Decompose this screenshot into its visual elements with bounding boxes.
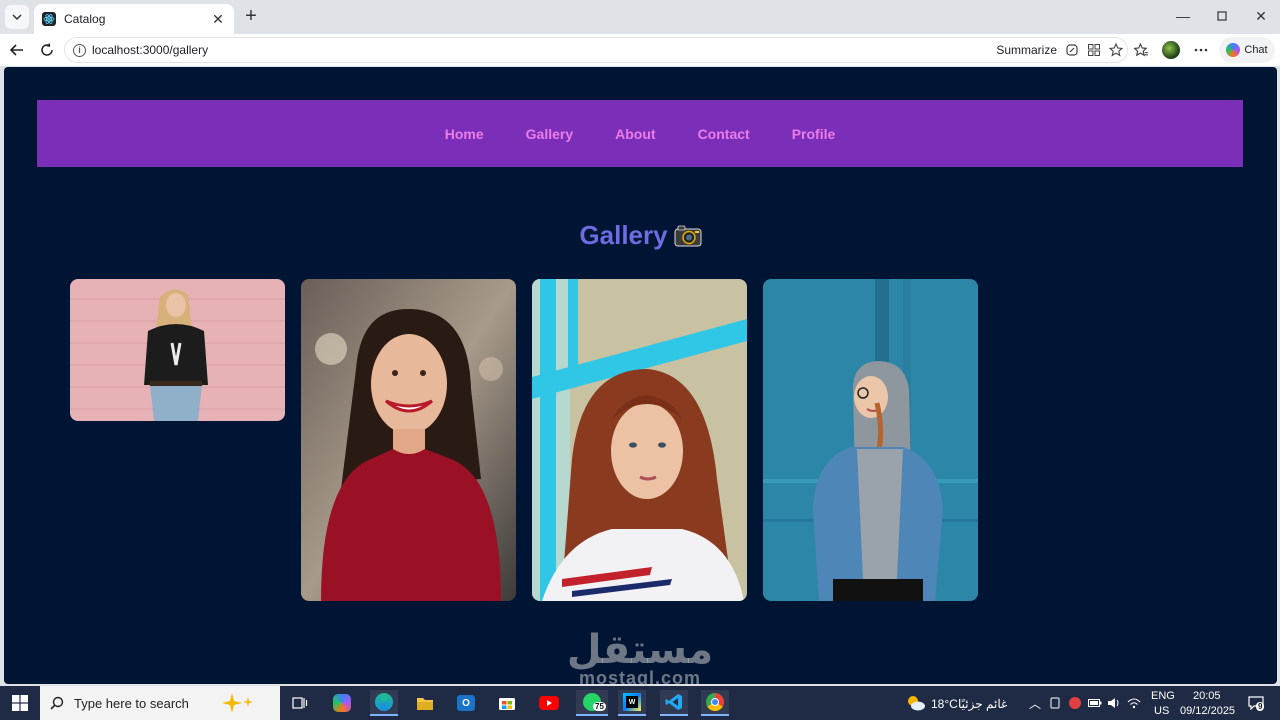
back-button[interactable]: [6, 39, 28, 61]
weather-description: غائم جزئيًا: [958, 697, 1008, 711]
profile-avatar[interactable]: [1160, 39, 1182, 61]
arrow-left-icon: [10, 44, 23, 56]
more-options-icon[interactable]: [1190, 39, 1212, 61]
notifications-button[interactable]: 9: [1242, 690, 1270, 716]
close-icon[interactable]: ✕: [210, 11, 226, 28]
youtube-icon: [539, 696, 559, 710]
gallery-heading: Gallery: [579, 220, 668, 250]
chrome-button[interactable]: [701, 690, 729, 716]
summarize-icon[interactable]: [1061, 39, 1083, 61]
start-button[interactable]: [0, 686, 40, 720]
file-explorer-button[interactable]: [411, 690, 439, 716]
gallery-photo-2[interactable]: [301, 279, 516, 601]
woman-pink-wall-image: [70, 279, 285, 421]
gallery-photo-4[interactable]: [763, 279, 978, 601]
windows-icon: [12, 695, 28, 711]
summarize-button[interactable]: Summarize: [996, 43, 1057, 57]
page-title: Gallery: [4, 220, 1277, 251]
task-view-icon: [292, 697, 308, 709]
info-icon[interactable]: i: [73, 43, 86, 57]
weather-temp: 18°C: [931, 697, 958, 711]
whatsapp-badge: 75: [593, 702, 606, 711]
address-bar[interactable]: i localhost:3000/gallery Summarize: [64, 37, 1128, 63]
sparkle-icon: [222, 693, 253, 713]
weather-widget[interactable]: [902, 690, 930, 716]
chrome-icon: [706, 693, 724, 711]
chevron-down-icon: [12, 14, 22, 21]
nav-link-profile[interactable]: Profile: [792, 126, 836, 142]
gallery-photo-1[interactable]: [70, 279, 285, 421]
folder-icon: [417, 697, 433, 710]
chevron-up-icon[interactable]: ︿: [1029, 695, 1041, 712]
language-indicator[interactable]: ENG: [1151, 690, 1175, 702]
close-window-button[interactable]: ✕: [1246, 6, 1276, 26]
nav-link-contact[interactable]: Contact: [698, 126, 750, 142]
vscode-button[interactable]: [660, 690, 688, 716]
battery-icon[interactable]: [1086, 690, 1104, 716]
tab-title: Catalog: [64, 12, 106, 26]
reload-button[interactable]: [36, 39, 58, 61]
store-button[interactable]: [493, 690, 521, 716]
meet-now-icon[interactable]: [1046, 690, 1064, 716]
search-placeholder: Type here to search: [74, 695, 189, 711]
page-viewport: Home Gallery About Contact Profile Galle…: [4, 67, 1277, 684]
task-view-button[interactable]: [286, 690, 314, 716]
tab-list-button[interactable]: [5, 5, 29, 29]
tab-strip: Catalog ✕ + — ✕: [0, 0, 1280, 34]
url-text[interactable]: localhost:3000/gallery: [92, 43, 996, 57]
chat-label: Chat: [1244, 44, 1268, 56]
browser-toolbar: i localhost:3000/gallery Summarize Chat: [0, 34, 1280, 66]
whatsapp-button[interactable]: 75: [576, 690, 608, 716]
webstorm-icon: W: [623, 693, 641, 711]
browser-tab[interactable]: Catalog ✕: [34, 4, 234, 34]
nav-link-about[interactable]: About: [615, 126, 655, 142]
camera-icon: [674, 225, 702, 246]
site-navbar: Home Gallery About Contact Profile: [37, 100, 1243, 167]
search-icon: [50, 696, 64, 710]
maximize-button[interactable]: [1207, 6, 1237, 26]
clock-date[interactable]: 09/12/2025: [1180, 705, 1235, 717]
woman-auburn-hair-image: [532, 279, 747, 601]
copilot-icon: [1226, 43, 1241, 57]
nav-link-home[interactable]: Home: [445, 126, 484, 142]
outlook-button[interactable]: O: [452, 690, 480, 716]
avatar: [1162, 41, 1180, 59]
reload-icon: [41, 43, 53, 56]
react-icon: [42, 12, 56, 26]
watermark: مستقل mostaql.com: [540, 628, 740, 689]
star-icon[interactable]: [1105, 39, 1127, 61]
weather-cloud-icon: [908, 696, 925, 711]
favorites-icon[interactable]: [1130, 39, 1152, 61]
webstorm-button[interactable]: W: [618, 690, 646, 716]
mail-icon: O: [457, 695, 475, 711]
woman-denim-jacket-image: [763, 279, 978, 601]
watermark-arabic: مستقل: [566, 627, 714, 673]
copilot-taskbar-button[interactable]: [328, 690, 356, 716]
minimize-button[interactable]: —: [1168, 6, 1198, 26]
cloud-sync-icon[interactable]: [1066, 690, 1084, 716]
store-icon: [499, 698, 515, 710]
volume-icon[interactable]: [1105, 690, 1123, 716]
edge-taskbar-button[interactable]: [370, 690, 398, 716]
copilot-app-icon: [333, 694, 351, 712]
taskbar: Type here to search O 75 W 18°C غائم جزئ…: [0, 686, 1280, 720]
clock-time[interactable]: 20:05: [1193, 690, 1221, 702]
gallery-photo-3[interactable]: [532, 279, 747, 601]
wifi-icon[interactable]: [1125, 690, 1143, 716]
edge-icon: [375, 693, 393, 711]
nav-link-gallery[interactable]: Gallery: [526, 126, 573, 142]
maximize-icon: [1217, 11, 1227, 21]
apps-icon[interactable]: [1083, 39, 1105, 61]
new-tab-button[interactable]: +: [240, 6, 262, 28]
region-indicator[interactable]: US: [1154, 705, 1169, 717]
copilot-chat-button[interactable]: Chat: [1219, 37, 1275, 63]
vscode-icon: [665, 694, 682, 710]
taskbar-search[interactable]: Type here to search: [40, 686, 280, 720]
woman-red-top-smiling-image: [301, 279, 516, 601]
youtube-button[interactable]: [535, 690, 563, 716]
